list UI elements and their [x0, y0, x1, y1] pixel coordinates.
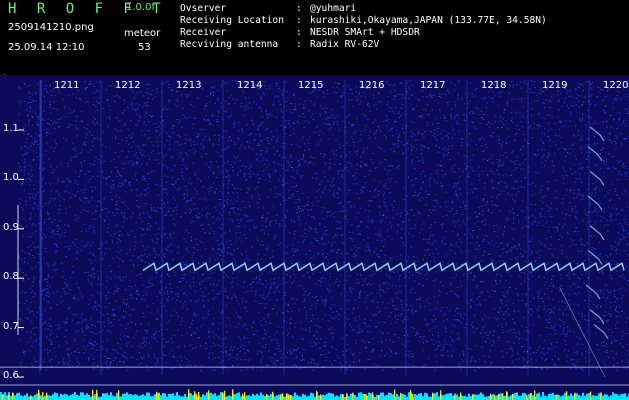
date-time: 25.09.14 12:10: [8, 42, 85, 53]
meteor-count: 53: [138, 42, 151, 53]
info-row-observer: Ovserver: @yuhmari: [180, 3, 357, 14]
x-tick-label: 1214: [237, 80, 263, 91]
x-tick-label: 1218: [481, 80, 507, 91]
y-tick-label: 0.7: [3, 320, 19, 332]
spectrogram-background: [0, 75, 629, 400]
info-row-location: Receiving Location: kurashiki,Okayama,JAP…: [180, 15, 547, 26]
x-tick-label: 1216: [359, 80, 385, 91]
x-tick-label: 1219: [542, 80, 568, 91]
y-tick-label: 0.8: [3, 271, 19, 283]
station-info: Ovserver: @yuhmari Receiving Location: kur…: [180, 3, 547, 51]
x-tick-label: 1213: [176, 80, 202, 91]
left-edge-column: [40, 80, 42, 370]
x-tick-label: 1217: [420, 80, 446, 91]
x-tick-label: 1215: [298, 80, 324, 91]
x-tick-label: 1212: [115, 80, 141, 91]
y-tick-label: 1.0: [3, 172, 19, 184]
y-tick-label: 0.6: [3, 370, 19, 381]
y-tick-label: 1.1: [3, 123, 19, 134]
meteor-label: meteor: [124, 28, 161, 39]
file-name: 2509141210.png: [8, 22, 94, 33]
x-tick-label: 1220: [603, 80, 629, 91]
header-panel: H R O F F T 1.0.0f 2509141210.png 25.09.…: [0, 0, 629, 75]
app-version: 1.0.0f: [126, 2, 155, 13]
y-tick-label: 0.9: [3, 221, 19, 233]
spectrogram-canvas: [0, 75, 629, 400]
info-row-receiver: Receiver: NESDR SMArt + HDSDR: [180, 27, 420, 38]
info-row-antenna: Recviving antenna: Radix RV-62V: [180, 39, 380, 50]
x-tick-label: 1211: [54, 80, 80, 91]
